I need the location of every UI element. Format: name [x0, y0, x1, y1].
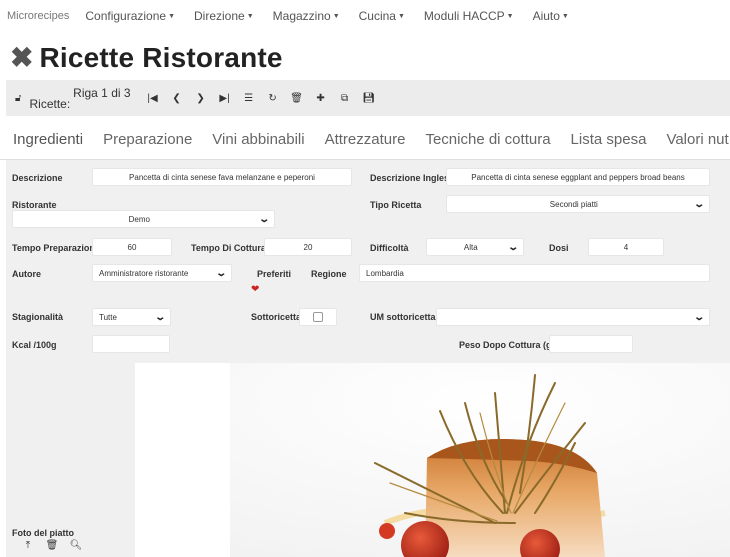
page-title: Ricette Ristorante: [39, 42, 283, 73]
record-name-label: Ricette:: [29, 97, 71, 111]
nav-label: Direzione: [194, 9, 245, 23]
delete-icon[interactable]: 🗑︎: [285, 87, 309, 109]
stagionalita-select[interactable]: Tutte ⌄: [92, 308, 171, 326]
kcal-label: Kcal /100g: [12, 340, 57, 350]
chevron-down-icon: ⌄: [692, 311, 705, 323]
kcal-input[interactable]: [92, 335, 170, 353]
difficolta-label: Difficoltà: [370, 243, 409, 253]
nav-label: Magazzino: [272, 9, 331, 23]
descrizione-inglese-label: Descrizione Inglese: [370, 173, 455, 183]
um-sottoricetta-select[interactable]: ⌄: [436, 308, 710, 326]
preferiti-label: Preferiti: [257, 269, 292, 279]
tempo-cottura-label: Tempo Di Cottura: [191, 243, 266, 253]
nav-label: Configurazione: [85, 9, 167, 23]
chevron-down-icon: ⌄: [692, 198, 705, 210]
delete-photo-icon[interactable]: 🗑︎: [40, 540, 64, 551]
caret-down-icon: ▼: [506, 12, 514, 20]
last-record-icon[interactable]: ▶|: [213, 87, 237, 109]
difficolta-select[interactable]: Alta ⌄: [426, 238, 524, 256]
peso-dopo-cottura-label: Peso Dopo Cottura (gr.): [459, 340, 560, 350]
record-toolbar: 🔓︎ Ricette: Riga 1 di 3 |◀ ❮ ❯ ▶| ☰ ↻ 🗑︎…: [6, 80, 730, 116]
nav-aiuto[interactable]: Aiuto ▼: [533, 9, 569, 23]
regione-label: Regione: [311, 269, 347, 279]
copy-icon[interactable]: ⧉: [333, 87, 357, 109]
sottoricetta-checkbox[interactable]: [313, 312, 323, 322]
ristorante-select[interactable]: Demo ⌄: [12, 210, 275, 228]
tab-preparazione[interactable]: Preparazione: [103, 131, 192, 148]
um-sottoricetta-label: UM sottoricetta: [370, 312, 436, 322]
sottoricetta-label: Sottoricetta: [251, 312, 302, 322]
tab-lista-spesa[interactable]: Lista spesa: [571, 131, 647, 148]
refresh-icon[interactable]: ↻: [261, 87, 285, 109]
nav-configurazione[interactable]: Configurazione ▼: [85, 9, 175, 23]
autore-value: Amministratore ristorante: [99, 268, 189, 278]
foto-label: Foto del piatto: [12, 528, 74, 538]
close-icon[interactable]: ✖: [10, 44, 33, 72]
list-icon[interactable]: ☰: [237, 87, 261, 109]
descrizione-inglese-input[interactable]: Pancetta di cinta senese eggplant and pe…: [446, 168, 710, 186]
tempo-preparazione-label: Tempo Preparazione: [12, 243, 100, 253]
photo-actions: ⤒ 🗑︎ 🔍︎: [16, 540, 88, 551]
ristorante-label: Ristorante: [12, 200, 57, 210]
tipo-ricetta-value: Secondi piatti: [549, 199, 598, 209]
caret-down-icon: ▼: [561, 12, 569, 20]
caret-down-icon: ▼: [397, 12, 405, 20]
tab-ingredienti[interactable]: Ingredienti: [13, 131, 83, 148]
descrizione-input[interactable]: Pancetta di cinta senese fava melanzane …: [92, 168, 352, 186]
prev-record-icon[interactable]: ❮: [165, 87, 189, 109]
caret-down-icon: ▼: [332, 12, 340, 20]
descrizione-label: Descrizione: [12, 173, 63, 183]
tempo-cottura-input[interactable]: 20: [264, 238, 352, 256]
nav-magazzino[interactable]: Magazzino ▼: [273, 9, 340, 23]
stagionalita-value: Tutte: [99, 312, 117, 322]
nav-label: Moduli HACCP: [423, 9, 505, 23]
stagionalita-label: Stagionalità: [12, 312, 64, 322]
zoom-icon[interactable]: 🔍︎: [64, 540, 88, 551]
unlock-icon[interactable]: 🔓︎: [15, 93, 21, 104]
nav-moduli-haccp[interactable]: Moduli HACCP ▼: [424, 9, 514, 23]
dish-photo-image: [135, 363, 730, 557]
ristorante-value: Demo: [128, 214, 150, 224]
nav-label: Cucina: [358, 9, 396, 23]
dosi-label: Dosi: [549, 243, 569, 253]
tipo-ricetta-label: Tipo Ricetta: [370, 200, 422, 210]
tab-tecniche-di-cottura[interactable]: Tecniche di cottura: [425, 131, 550, 148]
regione-input[interactable]: Lombardia: [359, 264, 710, 282]
tab-attrezzature[interactable]: Attrezzature: [325, 131, 406, 148]
top-navbar: Microrecipes Configurazione ▼ Direzione ▼ …: [0, 0, 730, 32]
chevron-down-icon: ⌄: [257, 213, 270, 225]
chevron-down-icon: ⌄: [214, 267, 227, 279]
dish-photo: [135, 363, 730, 557]
tipo-ricetta-select[interactable]: Secondi piatti ⌄: [446, 195, 710, 213]
save-icon[interactable]: 💾︎: [357, 87, 381, 109]
upload-icon[interactable]: ⤒: [16, 540, 40, 551]
first-record-icon[interactable]: |◀: [141, 87, 165, 109]
autore-select[interactable]: Amministratore ristorante ⌄: [92, 264, 232, 282]
chevron-down-icon: ⌄: [153, 311, 166, 323]
add-icon[interactable]: ✚: [309, 87, 333, 109]
difficolta-value: Alta: [463, 242, 478, 252]
next-record-icon[interactable]: ❯: [189, 87, 213, 109]
brand-link[interactable]: Microrecipes: [7, 10, 69, 22]
tab-vini-abbinabili[interactable]: Vini abbinabili: [212, 131, 304, 148]
nav-cucina[interactable]: Cucina ▼: [359, 9, 405, 23]
record-position: Riga 1 di 3: [73, 86, 131, 100]
sottoricetta-field: [299, 308, 337, 326]
tempo-preparazione-input[interactable]: 60: [92, 238, 172, 256]
autore-label: Autore: [12, 269, 41, 279]
dosi-input[interactable]: 4: [588, 238, 664, 256]
caret-down-icon: ▼: [168, 12, 176, 20]
caret-down-icon: ▼: [246, 12, 254, 20]
tab-valori-nutrizionali[interactable]: Valori nut: [666, 131, 728, 148]
nav-direzione[interactable]: Direzione ▼: [194, 9, 254, 23]
nav-label: Aiuto: [532, 9, 560, 23]
section-tabs: Ingredienti Preparazione Vini abbinabili…: [0, 120, 730, 160]
heart-icon[interactable]: ❤: [251, 284, 259, 295]
peso-dopo-cottura-input[interactable]: [549, 335, 633, 353]
page-header: ✖ Ricette Ristorante: [10, 40, 283, 76]
chevron-down-icon: ⌄: [506, 241, 519, 253]
